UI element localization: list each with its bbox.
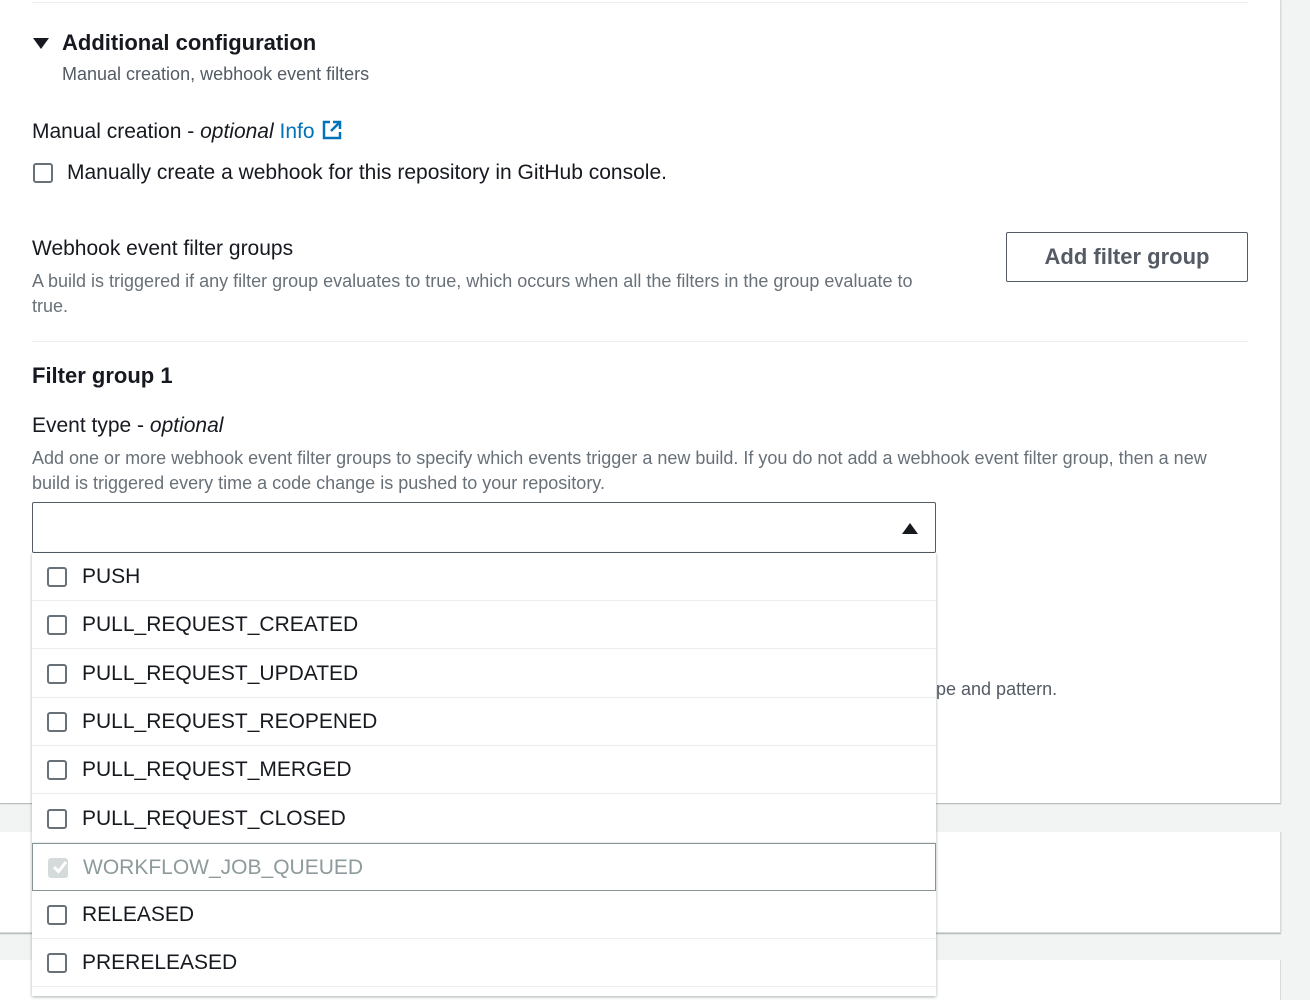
event-option: WORKFLOW_JOB_QUEUED bbox=[32, 843, 936, 891]
event-option[interactable]: PULL_REQUEST_UPDATED bbox=[32, 650, 936, 698]
event-option-checkbox[interactable] bbox=[47, 567, 67, 587]
event-option-checkbox[interactable] bbox=[47, 615, 67, 635]
partial-hint-text: pe and pattern. bbox=[936, 679, 1058, 699]
caret-up-icon[interactable] bbox=[902, 523, 918, 534]
additional-config-description: Manual creation, webhook event filters bbox=[62, 64, 370, 84]
event-option[interactable]: PULL_REQUEST_CLOSED bbox=[32, 795, 936, 843]
webhook-groups-title: Webhook event filter groups bbox=[32, 237, 294, 260]
caret-down-icon[interactable] bbox=[33, 38, 49, 49]
additional-config-title[interactable]: Additional configuration bbox=[62, 30, 316, 56]
section-divider bbox=[32, 341, 1248, 342]
event-option[interactable]: PULL_REQUEST_REOPENED bbox=[32, 698, 936, 746]
event-type-select[interactable] bbox=[32, 502, 936, 553]
event-option-checkbox[interactable] bbox=[47, 953, 67, 973]
event-option[interactable]: PULL_REQUEST_CREATED bbox=[32, 601, 936, 649]
event-option-label[interactable]: PULL_REQUEST_UPDATED bbox=[82, 662, 358, 686]
event-option[interactable]: RELEASED bbox=[32, 891, 936, 939]
event-option-checkbox[interactable] bbox=[47, 760, 67, 780]
event-option-label[interactable]: PULL_REQUEST_CREATED bbox=[82, 613, 358, 637]
manual-webhook-checkbox-label[interactable]: Manually create a webhook for this repos… bbox=[67, 161, 667, 185]
event-option-label[interactable]: PUSH bbox=[82, 565, 140, 589]
add-filter-group-button[interactable]: Add filter group bbox=[1006, 232, 1248, 282]
event-type-optional: optional bbox=[149, 414, 224, 437]
event-option-checkbox[interactable] bbox=[47, 664, 67, 684]
webhook-groups-description: A build is triggered if any filter group… bbox=[32, 271, 913, 316]
event-option-checkbox[interactable] bbox=[47, 712, 67, 732]
manual-creation-text: Manual creation - bbox=[32, 120, 201, 143]
event-type-dropdown: PUSH PULL_REQUEST_CREATED PULL_REQUEST_UPD… bbox=[32, 553, 936, 996]
checkmark-icon bbox=[52, 861, 68, 874]
event-option-checkbox[interactable] bbox=[47, 809, 67, 829]
event-type-text: Event type - bbox=[32, 414, 150, 437]
event-type-description: Add one or more webhook event filter gro… bbox=[32, 448, 1207, 493]
event-option-label[interactable]: PULL_REQUEST_CLOSED bbox=[82, 807, 346, 831]
event-option-label[interactable]: RELEASED bbox=[82, 903, 194, 927]
event-type-label: Event type - optional bbox=[32, 414, 223, 438]
optional-text: optional bbox=[200, 120, 274, 143]
event-option[interactable]: PUSH bbox=[32, 553, 936, 601]
manual-webhook-checkbox[interactable] bbox=[33, 163, 53, 183]
event-option-label[interactable]: PULL_REQUEST_MERGED bbox=[82, 758, 352, 782]
event-option-checkbox bbox=[48, 858, 68, 878]
top-divider bbox=[32, 2, 1248, 3]
info-link[interactable]: Info bbox=[280, 120, 315, 143]
manual-creation-label: Manual creation - optional Info bbox=[32, 119, 343, 144]
event-option-label[interactable]: PRERELEASED bbox=[82, 951, 237, 975]
external-link-icon[interactable] bbox=[321, 119, 343, 141]
filter-group-title: Filter group 1 bbox=[32, 363, 173, 388]
event-option[interactable]: PULL_REQUEST_MERGED bbox=[32, 746, 936, 794]
event-option-label[interactable]: PULL_REQUEST_REOPENED bbox=[82, 710, 377, 734]
event-option-checkbox[interactable] bbox=[47, 905, 67, 925]
event-option-label: WORKFLOW_JOB_QUEUED bbox=[83, 856, 364, 879]
event-option[interactable]: PRERELEASED bbox=[32, 939, 936, 987]
